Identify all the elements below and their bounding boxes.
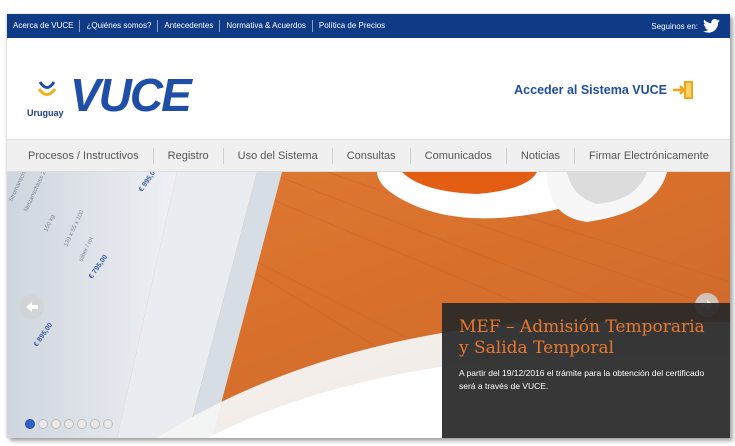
slider-dot[interactable] (64, 419, 74, 429)
slide-title[interactable]: MEF – Admisión Temporaria y Salida Tempo… (459, 317, 714, 359)
slider-dot[interactable] (25, 419, 35, 429)
nav-consultas[interactable]: Consultas (333, 147, 411, 164)
access-system-label: Acceder al Sistema VUCE (514, 83, 667, 97)
top-link-acerca[interactable]: Acerca de VUCE (7, 20, 81, 32)
slider-dot[interactable] (51, 419, 61, 429)
arrow-left-icon (26, 302, 38, 312)
slider-pagination (25, 419, 113, 429)
login-door-icon (673, 81, 693, 99)
social-label: Seguinos en: (651, 21, 698, 31)
nav-uso-sistema[interactable]: Uso del Sistema (224, 147, 333, 164)
nav-comunicados[interactable]: Comunicados (411, 147, 507, 164)
nav-firmar[interactable]: Firmar Electrónicamente (575, 148, 723, 164)
top-link-normativa[interactable]: Normativa & Acuerdos (220, 20, 313, 32)
top-link-quienes-somos[interactable]: ¿Quiénes somos? (80, 20, 159, 32)
nav-procesos[interactable]: Procesos / Instructivos (14, 147, 154, 164)
top-links: Acerca de VUCE ¿Quiénes somos? Anteceden… (7, 14, 391, 38)
twitter-icon[interactable] (703, 19, 720, 33)
slider-dot[interactable] (38, 419, 48, 429)
logo-brand-text: VUCE (70, 69, 192, 121)
slider-dot[interactable] (103, 419, 113, 429)
top-link-politica-precios[interactable]: Política de Precios (313, 20, 391, 32)
logo-emblem-icon (37, 81, 57, 96)
slide-description: A partir del 19/12/2016 el trámite para … (459, 368, 705, 391)
site-header: Uruguay VUCE Acceder al Sistema VUCE (7, 38, 730, 139)
slider-dot[interactable] (77, 419, 87, 429)
slider-dot[interactable] (90, 419, 100, 429)
social-follow: Seguinos en: (651, 14, 720, 38)
slide-caption: MEF – Admisión Temporaria y Salida Tempo… (442, 303, 730, 438)
top-utility-bar: Acerca de VUCE ¿Quiénes somos? Anteceden… (7, 14, 730, 38)
logo-country-label: Uruguay (27, 108, 64, 118)
nav-noticias[interactable]: Noticias (507, 147, 576, 164)
slider-prev-button[interactable] (20, 295, 44, 319)
main-navigation: Procesos / Instructivos Registro Uso del… (7, 139, 730, 172)
hero-slider: Stromanschluss Netzanschluss 230 V 150 k… (7, 172, 730, 438)
vuce-logo[interactable]: Uruguay VUCE (26, 68, 206, 124)
access-system-link[interactable]: Acceder al Sistema VUCE (514, 80, 694, 100)
page-frame: Acerca de VUCE ¿Quiénes somos? Anteceden… (7, 14, 730, 438)
top-link-antecedentes[interactable]: Antecedentes (158, 20, 221, 32)
nav-registro[interactable]: Registro (154, 147, 224, 164)
